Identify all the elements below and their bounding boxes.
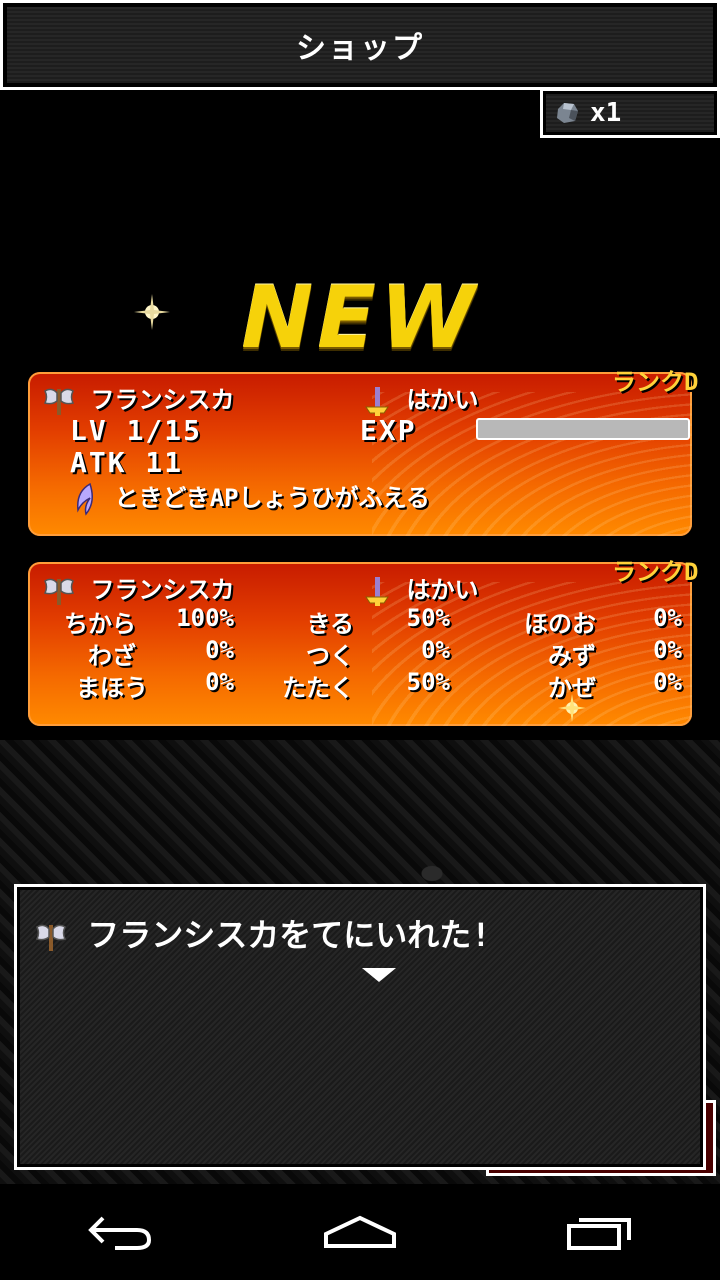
message-row: フランシスカをてにいれた! [34, 910, 491, 956]
home-icon [324, 1215, 396, 1248]
sparkle-icon [134, 294, 170, 330]
claw-icon [77, 482, 93, 516]
weapon-type: はかい [406, 386, 479, 414]
back-icon [88, 1216, 152, 1250]
stat-label: きる [306, 610, 354, 638]
home-button[interactable] [315, 1202, 405, 1262]
stat-value: 0% [653, 604, 682, 632]
sword-icon [365, 577, 389, 606]
stat-label: まほう [76, 674, 148, 702]
skill-text: ときどきAPしょうひがふえる [114, 484, 430, 512]
exp-label: EXP [360, 414, 417, 447]
rank-label: ランクD [612, 558, 699, 586]
sparkle-icon [558, 694, 586, 722]
stat-value: 0% [205, 636, 234, 664]
stat-label: ちから [64, 610, 136, 638]
page-title: ショップ [296, 31, 424, 66]
message-box[interactable]: フランシスカをてにいれた! [14, 884, 706, 1170]
currency-counter: x1 [540, 88, 720, 138]
ore-icon [557, 103, 578, 123]
shop-header: ショップ [0, 0, 720, 90]
stat-label: たたく [282, 674, 354, 702]
currency-count: x1 [590, 98, 622, 128]
weapon-name-row: フランシスカ [42, 380, 234, 417]
sword-icon [365, 387, 389, 416]
back-button[interactable] [75, 1202, 165, 1262]
message-text: フランシスカをてにいれた! [87, 916, 491, 954]
weapon-name-row: フランシスカ [42, 570, 234, 607]
weapon-name: フランシスカ [90, 386, 235, 414]
weapon-type-row: はかい [362, 570, 478, 607]
stat-value: 0% [653, 668, 682, 696]
stat-label: わざ [88, 642, 136, 670]
stat-value: 0% [205, 668, 234, 696]
axe-icon [43, 578, 75, 605]
android-nav-bar [0, 1184, 720, 1280]
continue-arrow-icon[interactable] [362, 968, 396, 982]
recents-button[interactable] [555, 1202, 645, 1262]
axe-icon [43, 388, 75, 415]
stat-label: ほのお [524, 610, 596, 638]
rank-label: ランクD [612, 368, 699, 396]
stat-value: 50% [406, 604, 450, 632]
weapon-stats-card: フランシスカ はかい ちから 100% わざ 0% まほう 0% きる 50% … [28, 562, 692, 726]
atk-label: ATK 11 [70, 446, 184, 479]
stat-label: つく [306, 642, 354, 670]
stat-value: 50% [406, 668, 450, 696]
skill-row: ときどきAPしょうひがふえる [70, 478, 430, 516]
new-banner: NEW [241, 268, 479, 368]
weapon-type: はかい [406, 576, 479, 604]
stat-value: 0% [421, 636, 450, 664]
recents-icon [567, 1218, 631, 1250]
weapon-name: フランシスカ [90, 576, 235, 604]
level-label: LV 1/15 [70, 414, 203, 447]
stat-value: 0% [653, 636, 682, 664]
weapon-type-row: はかい [362, 380, 478, 417]
exp-bar [476, 418, 690, 440]
stat-value: 100% [176, 604, 234, 632]
stat-label: みず [548, 642, 596, 670]
weapon-info-card: フランシスカ はかい LV 1/15 EXP ATK 11 ときどきAPしょうひ… [28, 372, 692, 536]
axe-icon [35, 924, 67, 951]
